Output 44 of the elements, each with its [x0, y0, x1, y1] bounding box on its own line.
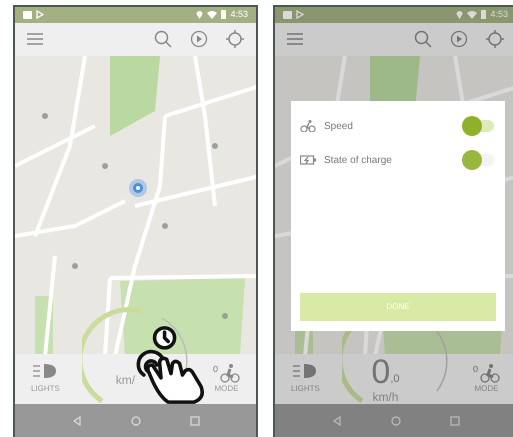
location-icon: [196, 10, 204, 20]
done-button[interactable]: DONE: [300, 293, 496, 321]
location-marker-icon: [128, 178, 148, 198]
mode-count: 0: [472, 363, 478, 376]
mode-label: MODE: [214, 383, 238, 396]
back-icon[interactable]: [72, 416, 82, 426]
home-icon[interactable]: [130, 416, 140, 426]
cyclist-icon[interactable]: [480, 363, 500, 384]
search-icon[interactable]: [414, 30, 432, 48]
cyclist-icon: [300, 120, 316, 132]
headlight-icon[interactable]: [293, 363, 318, 380]
crosshair-icon[interactable]: [226, 30, 244, 48]
mode-label: MODE: [474, 383, 498, 396]
play-icon[interactable]: [450, 30, 468, 48]
speed-decimal: ,0: [390, 374, 400, 386]
battery-icon: [481, 10, 486, 20]
setting-label: Speed: [324, 120, 354, 134]
status-time: 4:53: [490, 10, 508, 20]
wifi-icon: [207, 10, 218, 19]
play-icon[interactable]: [190, 30, 208, 48]
status-time: 4:53: [230, 10, 248, 20]
battery-icon: [221, 10, 226, 20]
home-icon[interactable]: [390, 416, 400, 426]
toggle-switch[interactable]: [462, 150, 494, 170]
wifi-icon: [467, 10, 478, 19]
search-icon[interactable]: [154, 30, 172, 48]
cyclist-icon[interactable]: [220, 363, 240, 384]
recents-icon[interactable]: [450, 416, 460, 426]
lights-label: LIGHTS: [31, 383, 60, 396]
battery-charge-icon: [300, 155, 316, 165]
menu-icon[interactable]: [27, 33, 43, 46]
crosshair-icon[interactable]: [486, 30, 504, 48]
speed-value: 0: [371, 355, 390, 390]
headlight-icon[interactable]: [33, 363, 58, 380]
speed-unit: km/: [116, 374, 136, 386]
mode-count: 0: [212, 363, 218, 376]
location-icon: [456, 10, 464, 20]
recents-icon[interactable]: [190, 416, 200, 426]
back-icon[interactable]: [332, 416, 342, 426]
toggle-switch[interactable]: [462, 116, 494, 136]
speed-unit: km/h: [372, 391, 398, 404]
setting-label: State of charge: [324, 154, 393, 168]
lights-label: LIGHTS: [291, 383, 320, 396]
menu-icon[interactable]: [287, 33, 303, 46]
